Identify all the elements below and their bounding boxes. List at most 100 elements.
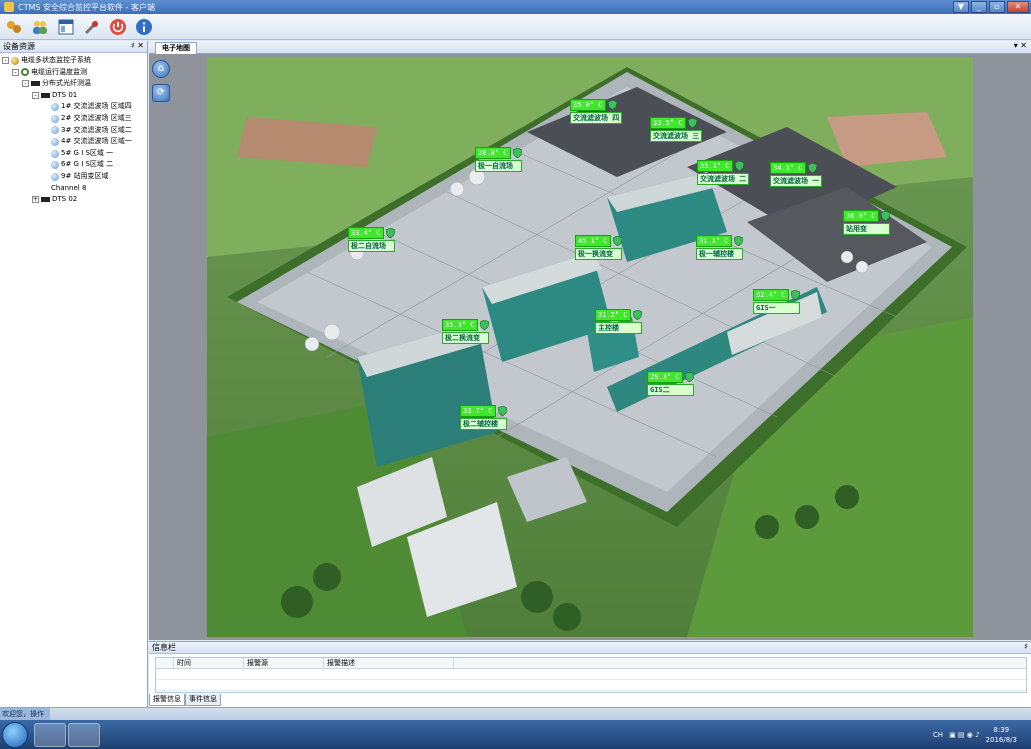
main-tab-strip: 电子地图 ▾ ✕	[149, 41, 1031, 54]
tab-electronic-map[interactable]: 电子地图	[155, 42, 197, 54]
device-panel-header: 设备资源 ♯ ✕	[0, 41, 147, 53]
column-time[interactable]: 时间	[174, 658, 244, 668]
taskbar-app-icon[interactable]	[68, 723, 100, 747]
temp-marker[interactable]: 36.0° C 站用变	[843, 210, 890, 235]
expand-toggle-icon[interactable]: -	[22, 80, 29, 88]
expand-toggle-icon[interactable]: +	[32, 196, 39, 204]
layout-icon[interactable]	[56, 17, 76, 37]
tree-node[interactable]: - DTS 01	[2, 90, 147, 102]
close-button[interactable]: ✕	[1007, 1, 1029, 13]
temp-label: 主控楼	[595, 322, 642, 334]
shield-icon	[497, 405, 507, 416]
restore-button[interactable]: ▫	[989, 1, 1005, 13]
tree-node[interactable]: 3# 交流滤波场 区域二	[2, 125, 147, 137]
tree-node[interactable]: - 电缆运行温度监测	[2, 67, 147, 79]
dot-icon	[51, 161, 59, 170]
temp-marker[interactable]: 34.1° C 交流滤波场 一	[770, 162, 823, 187]
window-dropdown-button[interactable]: ▼	[953, 1, 969, 13]
tools-icon[interactable]	[82, 17, 102, 37]
tree-node[interactable]: 1# 交流滤波场 区域四	[2, 101, 147, 113]
shield-icon	[385, 227, 395, 238]
column-alarm-desc[interactable]: 报警描述	[324, 658, 454, 668]
shield-icon	[733, 235, 743, 246]
temp-label: GIS一	[753, 302, 800, 314]
device-tree: - 电缆多状态监控子系统 - 电缆运行温度监测 - 分布式光纤测温 - DTS 01 1# 交流…	[0, 53, 147, 206]
tree-node-label: 5# G I S区域 一	[61, 148, 114, 157]
temp-marker[interactable]: 35.0° C 交流滤波场 四	[570, 99, 623, 124]
alarm-table-header: 时间 报警源 报警描述	[156, 658, 1026, 669]
temp-marker[interactable]: 33.7° C 极二辅控楼	[460, 405, 507, 430]
temp-marker[interactable]: 35.3° C 极二换流变	[442, 319, 489, 344]
taskbar-app-icon[interactable]	[34, 723, 66, 747]
tree-node[interactable]: - 分布式光纤测温	[2, 78, 147, 90]
tab-alarm-info[interactable]: 报警信息	[149, 694, 185, 706]
pin-icon[interactable]: ♯	[1024, 642, 1028, 651]
power-icon[interactable]	[108, 17, 128, 37]
pin-icon[interactable]: ♯	[131, 41, 135, 50]
temp-label: 极一自流场	[475, 160, 522, 172]
system-tray: CH ▣ ▤ ◉ ♪ 8:39 2016/8/3	[933, 720, 1031, 749]
dot-icon	[51, 126, 59, 135]
temp-marker[interactable]: 32.4° C GIS一	[753, 289, 800, 314]
temp-value: 33.7° C	[460, 405, 496, 417]
home-icon[interactable]: ⌂	[152, 60, 170, 78]
temp-value: 34.1° C	[770, 162, 806, 174]
tab-event-info[interactable]: 事件信息	[185, 694, 221, 706]
minimize-button[interactable]: _	[971, 1, 987, 13]
tree-node[interactable]: + DTS 02	[2, 194, 147, 206]
temp-label: 站用变	[843, 223, 890, 235]
close-icon[interactable]: ✕	[137, 41, 144, 50]
tree-node[interactable]: 2# 交流滤波场 区域三	[2, 113, 147, 125]
column-alarm-source[interactable]: 报警源	[244, 658, 324, 668]
tree-node[interactable]: 5# G I S区域 一	[2, 148, 147, 160]
tree-node[interactable]: 4# 交流滤波场 区域一	[2, 136, 147, 148]
tree-node[interactable]: Channel 8	[2, 183, 147, 195]
users-icon[interactable]	[30, 17, 50, 37]
temp-label: 极二换流变	[442, 332, 489, 344]
info-tabs: 报警信息 事件信息	[149, 694, 221, 706]
expand-toggle-icon[interactable]: -	[12, 68, 19, 76]
tree-node[interactable]: 6# G I S区域 二	[2, 159, 147, 171]
table-row	[156, 669, 1026, 680]
temp-marker[interactable]: 33.4° C 极二自流场	[348, 227, 395, 252]
dot-icon	[51, 137, 59, 146]
title-bar: CTMS 安全综合监控平台软件 - 客户端 ▼ _ ▫ ✕	[0, 0, 1031, 14]
dot-icon	[51, 114, 59, 123]
status-bar: 欢迎您，操作员	[0, 707, 1031, 730]
info-panel-title: 信息栏	[152, 643, 176, 652]
language-indicator[interactable]: CH	[933, 731, 943, 739]
temp-label: 极二自流场	[348, 240, 395, 252]
temp-value: 28.8° C	[475, 147, 511, 159]
temp-marker[interactable]: 29.3° C GIS二	[647, 371, 694, 396]
temp-label: 交流滤波场 一	[770, 175, 823, 187]
device-panel-controls: ♯ ✕	[131, 41, 144, 50]
tree-node[interactable]: - 电缆多状态监控子系统	[2, 55, 147, 67]
start-button[interactable]	[2, 722, 28, 748]
shield-icon	[632, 309, 642, 320]
info-icon[interactable]	[134, 17, 154, 37]
shield-icon	[807, 162, 817, 173]
temp-marker[interactable]: 28.8° C 极一自流场	[475, 147, 522, 172]
substation-aerial-view: 35.0° C 交流滤波场 四 33.5° C 交流滤波场 三 28.8° C …	[207, 57, 973, 637]
tree-node-label: 电缆运行温度监测	[31, 67, 87, 76]
temp-marker[interactable]: 45.1° C 极一换流变	[575, 235, 622, 260]
shield-icon	[687, 117, 697, 128]
dev-icon	[31, 81, 40, 87]
map-refresh-icon[interactable]: ⟳	[152, 84, 170, 102]
temp-marker[interactable]: 31.1° C 极一辅控楼	[696, 235, 743, 260]
tree-node-label: 电缆多状态监控子系统	[21, 56, 91, 64]
expand-toggle-icon[interactable]: -	[32, 92, 39, 100]
clock[interactable]: 8:39 2016/8/3	[986, 725, 1017, 745]
dot-icon	[51, 103, 59, 112]
settings-group-icon[interactable]	[4, 17, 24, 37]
dev-icon	[41, 93, 50, 99]
temp-marker[interactable]: 35.1° C 交流滤波场 二	[697, 160, 750, 185]
tab-menu-controls[interactable]: ▾ ✕	[1014, 41, 1027, 50]
tray-icons[interactable]: ▣ ▤ ◉ ♪	[949, 731, 979, 739]
tree-node[interactable]: 9# 站用变区域	[2, 171, 147, 183]
temp-value: 45.1° C	[575, 235, 611, 247]
temp-marker[interactable]: 33.5° C 交流滤波场 三	[650, 117, 703, 142]
temp-value: 35.1° C	[697, 160, 733, 172]
expand-toggle-icon[interactable]: -	[2, 57, 9, 65]
temp-marker[interactable]: 31.2° C 主控楼	[595, 309, 642, 334]
